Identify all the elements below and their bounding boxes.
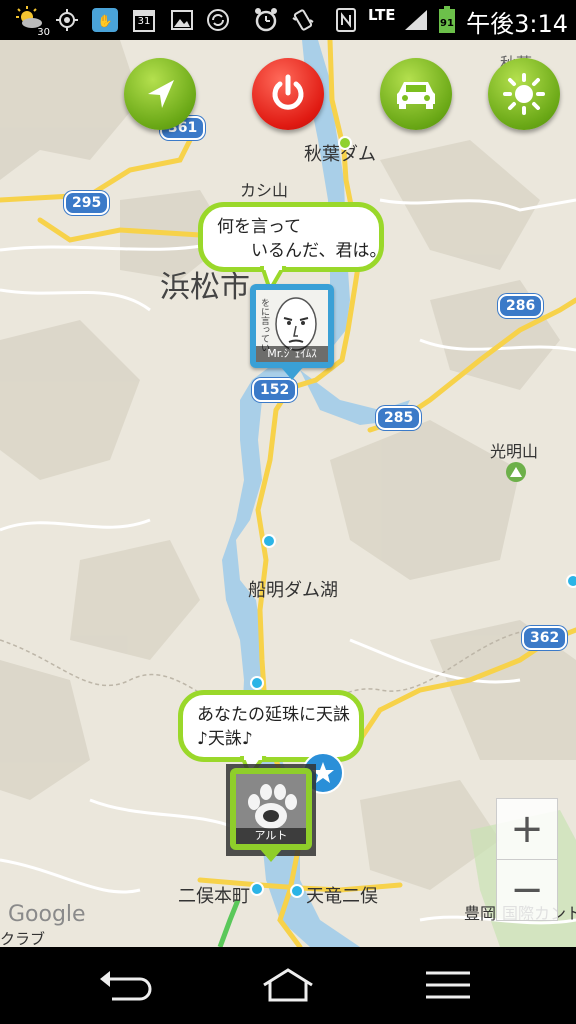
label-toyooka: 豊岡 — [464, 904, 497, 923]
back-icon — [100, 971, 152, 1001]
label-kashiyama: カシ山 — [240, 181, 289, 200]
calendar-icon: 31 — [132, 8, 156, 32]
marker-caption-bottom: アルト — [236, 828, 306, 844]
route-shield: 285 — [376, 406, 422, 430]
back-button[interactable] — [94, 963, 154, 1007]
alarm-icon — [252, 8, 280, 32]
car-button[interactable] — [380, 58, 452, 130]
mountain-icon — [506, 462, 526, 482]
status-bar: 30 ✋ 31 LTE 91 午後3:14 — [0, 0, 576, 40]
vibrate-icon — [290, 8, 316, 32]
label-funagira: 船明ダム湖 — [248, 580, 338, 601]
poi-dot[interactable] — [566, 574, 576, 588]
label-komyozan: 光明山 — [490, 442, 539, 461]
poi-dot[interactable] — [262, 534, 276, 548]
map-view[interactable]: 秋葉ダム カシ山 浜松市 光明山 船明ダム湖 二俣本町 天竜二俣 豊岡 国際カン… — [0, 40, 576, 947]
gps-icon — [54, 8, 80, 32]
route-shield: 286 — [498, 294, 544, 318]
label-tenryu-futamata: 天竜二俣 — [306, 886, 378, 907]
brightness-button[interactable] — [488, 58, 560, 130]
navigation-arrow-icon — [148, 80, 174, 108]
lte-indicator: LTE — [368, 6, 396, 24]
speech-bubble-bottom: あなたの延珠に天誅 ♪天誅♪ — [178, 690, 364, 762]
marker-pointer-top — [280, 366, 304, 380]
svg-text:✋: ✋ — [98, 14, 113, 28]
nfc-icon — [334, 8, 358, 32]
zoom-in-button[interactable]: + — [496, 798, 558, 860]
google-logo: Google — [8, 902, 86, 927]
sync-icon — [205, 8, 231, 32]
power-button[interactable] — [252, 58, 324, 130]
sun-icon — [503, 73, 545, 115]
battery-level: 91 — [440, 18, 454, 29]
marker-pointer-bottom — [259, 848, 283, 862]
signal-icon — [402, 8, 430, 32]
avatar: をに言ってい Mr.ｼﾞｪｲﾑｽ — [256, 290, 328, 362]
route-shield: 362 — [522, 626, 568, 650]
avatar-marker-top[interactable]: をに言ってい Mr.ｼﾞｪｲﾑｽ — [250, 284, 334, 368]
avatar-marker-bottom[interactable]: アルト — [230, 768, 312, 850]
weather-icon: 30 — [14, 6, 50, 38]
dam-pin[interactable] — [338, 136, 352, 150]
marker-caption-top: Mr.ｼﾞｪｲﾑｽ — [256, 346, 328, 362]
menu-button[interactable] — [418, 963, 478, 1007]
gallery-icon — [170, 8, 194, 32]
label-club: クラブ — [0, 930, 46, 947]
label-futamata-honmachi: 二俣本町 — [178, 886, 250, 907]
home-icon — [263, 968, 313, 1002]
route-shield: 295 — [64, 191, 110, 215]
clock: 午後3:14 — [466, 10, 568, 38]
avatar: アルト — [236, 774, 306, 844]
menu-icon — [426, 971, 470, 999]
hand-app-icon: ✋ — [90, 8, 120, 32]
zoom-out-button[interactable]: − — [496, 859, 558, 921]
calendar-day: 31 — [137, 16, 151, 27]
home-button[interactable] — [258, 963, 318, 1007]
weather-temp: 30 — [37, 27, 50, 38]
car-icon — [397, 82, 435, 109]
navigate-button[interactable] — [124, 58, 196, 130]
poi-dot[interactable] — [290, 884, 304, 898]
speech-bubble-top: 何を言って いるんだ、君は。 — [198, 202, 387, 272]
marker-side-text: をに言ってい — [259, 298, 269, 352]
poi-dot[interactable] — [250, 676, 264, 690]
navigation-bar — [0, 947, 576, 1024]
battery-icon: 91 — [436, 6, 458, 33]
power-icon — [272, 74, 304, 110]
poi-dot[interactable] — [250, 882, 264, 896]
